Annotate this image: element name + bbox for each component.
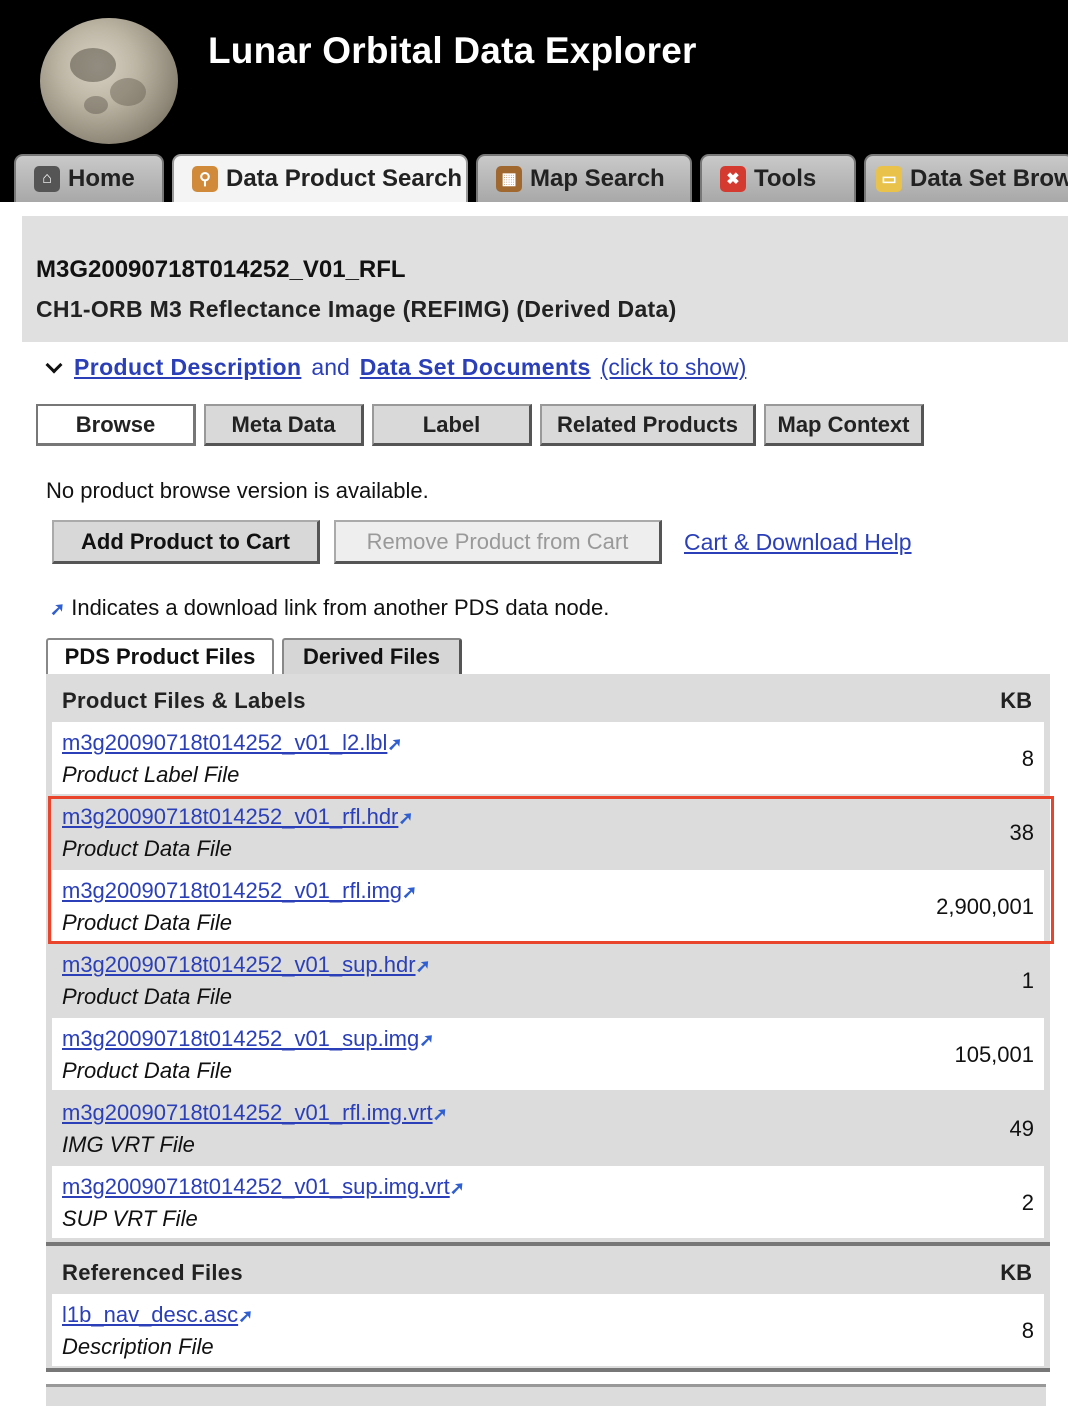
file-type: SUP VRT File	[62, 1206, 198, 1231]
tab-home-label: Home	[68, 165, 135, 192]
tab-meta-data[interactable]: Meta Data	[204, 404, 364, 446]
file-size: 105,001	[954, 1042, 1034, 1067]
file-type: Description File	[62, 1334, 214, 1359]
external-link-legend: ➚ Indicates a download link from another…	[50, 595, 609, 621]
cart-download-help-link[interactable]: Cart & Download Help	[684, 529, 912, 556]
external-link-icon: ➚	[50, 599, 66, 619]
tab-map-search-label: Map Search	[530, 165, 665, 192]
tab-tools[interactable]: ✖ Tools	[700, 154, 856, 202]
file-link[interactable]: l1b_nav_desc.asc ➚	[62, 1302, 253, 1328]
browse-message: No product browse version is available.	[46, 478, 429, 503]
product-description: CH1-ORB M3 Reflectance Image (REFIMG) (D…	[36, 296, 677, 322]
product-description-link[interactable]: Product Description	[74, 354, 301, 381]
tab-label[interactable]: Label	[372, 404, 532, 446]
external-link-icon: ➚	[238, 1306, 254, 1326]
external-link-icon: ➚	[432, 1104, 448, 1124]
file-type: Product Data File	[62, 1058, 232, 1083]
external-link-legend-text: Indicates a download link from another P…	[71, 595, 610, 620]
folder-icon: ▭	[876, 166, 902, 192]
table-row: m3g20090718t014252_v01_l2.lbl ➚ Product …	[52, 722, 1044, 794]
product-title-panel: M3G20090718T014252_V01_RFL CH1-ORB M3 Re…	[22, 216, 1068, 342]
product-files-kb-heading: KB	[1000, 688, 1032, 713]
add-to-cart-button[interactable]: Add Product to Cart	[52, 520, 320, 564]
product-id: M3G20090718T014252_V01_RFL	[36, 256, 406, 283]
tab-pds-product-files[interactable]: PDS Product Files	[46, 638, 274, 674]
file-link[interactable]: m3g20090718t014252_v01_sup.img ➚	[62, 1026, 434, 1052]
table-row: m3g20090718t014252_v01_sup.img.vrt ➚ SUP…	[52, 1166, 1044, 1238]
tab-map-search[interactable]: ▦ Map Search	[476, 154, 692, 202]
file-type: Product Data File	[62, 984, 232, 1009]
section-divider	[46, 1242, 1050, 1246]
table-row: l1b_nav_desc.asc ➚ Description File 8	[52, 1294, 1044, 1366]
file-size: 8	[1021, 1318, 1034, 1343]
tab-data-set-browser[interactable]: ▭ Data Set Brow	[864, 154, 1068, 202]
chevron-down-icon	[45, 356, 63, 373]
search-icon: ⚲	[192, 166, 218, 192]
tab-map-context[interactable]: Map Context	[764, 404, 924, 446]
file-size: 49	[1009, 1116, 1034, 1141]
remove-from-cart-button[interactable]: Remove Product from Cart	[334, 520, 662, 564]
table-row: m3g20090718t014252_v01_sup.img ➚ Product…	[52, 1018, 1044, 1090]
external-link-icon: ➚	[419, 1030, 435, 1050]
file-link[interactable]: m3g20090718t014252_v01_rfl.img.vrt ➚	[62, 1100, 448, 1126]
files-panel: Product Files & Labels KB m3g20090718t01…	[46, 674, 1050, 1372]
app-header: Lunar Orbital Data Explorer ⌂ Home ⚲ Dat…	[0, 0, 1068, 202]
next-section-edge	[46, 1384, 1046, 1406]
table-row: m3g20090718t014252_v01_rfl.img.vrt ➚ IMG…	[52, 1092, 1044, 1164]
tab-browse[interactable]: Browse	[36, 404, 196, 446]
tab-data-product-search[interactable]: ⚲ Data Product Search	[172, 154, 468, 202]
tab-derived-files[interactable]: Derived Files	[282, 638, 462, 674]
external-link-icon: ➚	[415, 956, 431, 976]
table-row: m3g20090718t014252_v01_sup.hdr ➚ Product…	[52, 944, 1044, 1016]
file-link[interactable]: m3g20090718t014252_v01_l2.lbl ➚	[62, 730, 403, 756]
referenced-files-kb-heading: KB	[1000, 1260, 1032, 1285]
app-title: Lunar Orbital Data Explorer	[208, 30, 697, 71]
product-files-heading: Product Files & Labels	[62, 688, 306, 713]
data-set-documents-link[interactable]: Data Set Documents	[360, 354, 591, 381]
referenced-files-heading: Referenced Files	[62, 1260, 243, 1285]
file-type: IMG VRT File	[62, 1132, 195, 1157]
tab-related-products[interactable]: Related Products	[540, 404, 756, 446]
file-size: 1	[1021, 968, 1034, 993]
tab-home[interactable]: ⌂ Home	[14, 154, 164, 202]
tools-icon: ✖	[720, 166, 746, 192]
highlight-box	[48, 796, 1054, 944]
file-size: 8	[1021, 746, 1034, 771]
tab-data-product-search-label: Data Product Search	[226, 165, 463, 192]
home-icon: ⌂	[34, 166, 60, 192]
tab-data-set-browser-label: Data Set Brow	[910, 165, 1068, 192]
file-link[interactable]: m3g20090718t014252_v01_sup.hdr ➚	[62, 952, 431, 978]
file-size: 2	[1021, 1190, 1034, 1215]
click-to-show-link[interactable]: (click to show)	[601, 354, 747, 381]
file-link[interactable]: m3g20090718t014252_v01_sup.img.vrt ➚	[62, 1174, 465, 1200]
external-link-icon: ➚	[449, 1178, 465, 1198]
file-type: Product Label File	[62, 762, 240, 787]
tab-tools-label: Tools	[754, 165, 817, 192]
docs-and-text: and	[311, 354, 350, 380]
moon-logo-icon	[40, 18, 178, 144]
product-docs-toggle[interactable]: Product Description and Data Set Documen…	[45, 354, 747, 381]
external-link-icon: ➚	[387, 734, 403, 754]
map-icon: ▦	[496, 166, 522, 192]
